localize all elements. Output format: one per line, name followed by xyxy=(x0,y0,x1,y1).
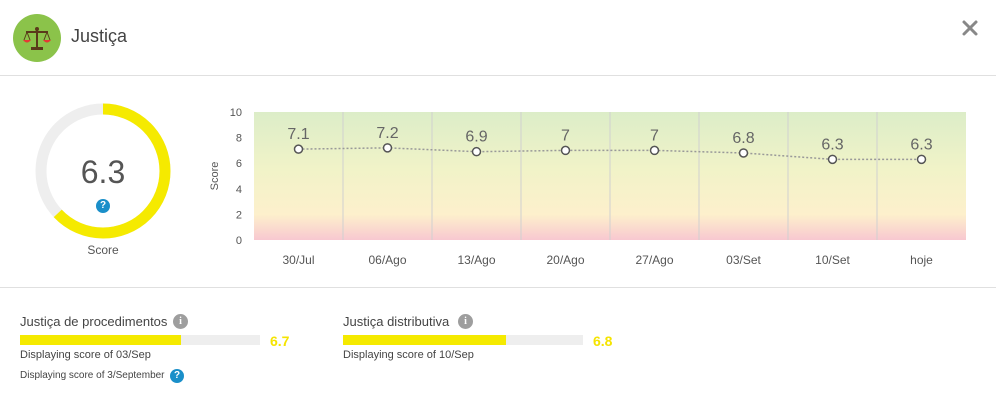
data-label: 7 xyxy=(561,127,570,144)
data-point xyxy=(293,144,304,154)
data-point xyxy=(471,146,482,157)
subscore-date-procedimentos: Displaying score of 03/Sep xyxy=(20,349,151,361)
info-icon[interactable]: i xyxy=(458,314,473,329)
data-label: 6.8 xyxy=(732,130,754,147)
info-icon[interactable]: i xyxy=(173,314,188,329)
score-label: Score xyxy=(87,243,119,257)
data-point xyxy=(382,143,393,153)
subscore-date-distributiva: Displaying score of 10/Sep xyxy=(343,349,474,361)
y-tick-label: 8 xyxy=(236,133,242,145)
y-axis-label: Score xyxy=(209,162,221,191)
x-tick-label: 27/Ago xyxy=(635,253,673,267)
subscore-bar-distributiva xyxy=(343,335,583,345)
data-label: 7 xyxy=(650,127,659,144)
data-point xyxy=(649,145,660,156)
data-label: 7.1 xyxy=(287,126,309,143)
subscore-label-procedimentos: Justiça de procedimentos xyxy=(20,314,168,329)
subscore-bar-fill xyxy=(343,335,507,345)
x-tick-label: 30/Jul xyxy=(282,253,314,267)
y-tick-label: 6 xyxy=(236,158,242,170)
data-label: 7.2 xyxy=(376,125,398,142)
subscore-value-distributiva: 6.8 xyxy=(593,333,613,349)
x-tick-label: 10/Set xyxy=(815,253,850,267)
data-point xyxy=(916,154,927,165)
close-icon[interactable] xyxy=(958,16,982,40)
x-tick-label: 13/Ago xyxy=(457,253,495,267)
x-tick-label: 20/Ago xyxy=(546,253,584,267)
data-label: 6.3 xyxy=(910,136,932,153)
help-icon[interactable]: ? xyxy=(96,199,110,213)
x-tick-label: 03/Set xyxy=(726,253,761,267)
data-point xyxy=(560,145,571,156)
subscore-label-distributiva: Justiça distributiva xyxy=(343,314,450,329)
subscore-bar-procedimentos xyxy=(20,335,260,345)
header: Justiça xyxy=(0,0,996,76)
subscore-note-procedimentos: Displaying score of 3/September xyxy=(20,370,165,381)
data-point xyxy=(827,154,838,165)
y-tick-label: 2 xyxy=(236,209,242,221)
x-tick-label: hoje xyxy=(910,253,933,267)
x-tick-label: 06/Ago xyxy=(368,253,406,267)
page-title: Justiça xyxy=(71,26,128,46)
subscore-value-procedimentos: 6.7 xyxy=(270,333,290,349)
divider xyxy=(0,287,996,288)
y-tick-label: 4 xyxy=(236,184,242,196)
help-icon[interactable]: ? xyxy=(170,369,184,383)
subscore-bar-fill xyxy=(20,335,181,345)
balance-scale-icon xyxy=(13,14,61,62)
data-label: 6.3 xyxy=(821,136,843,153)
score-value: 6.3 xyxy=(80,154,126,190)
y-tick-label: 10 xyxy=(230,107,242,119)
score-history-chart: 0 2 4 6 8 10 Score 7.1 7.2 6.9 7 7 6.8 6.3 6.3 30/Ju… xyxy=(209,107,966,267)
y-tick-label: 0 xyxy=(236,235,242,247)
data-label: 6.9 xyxy=(465,129,487,146)
data-point xyxy=(738,148,749,158)
